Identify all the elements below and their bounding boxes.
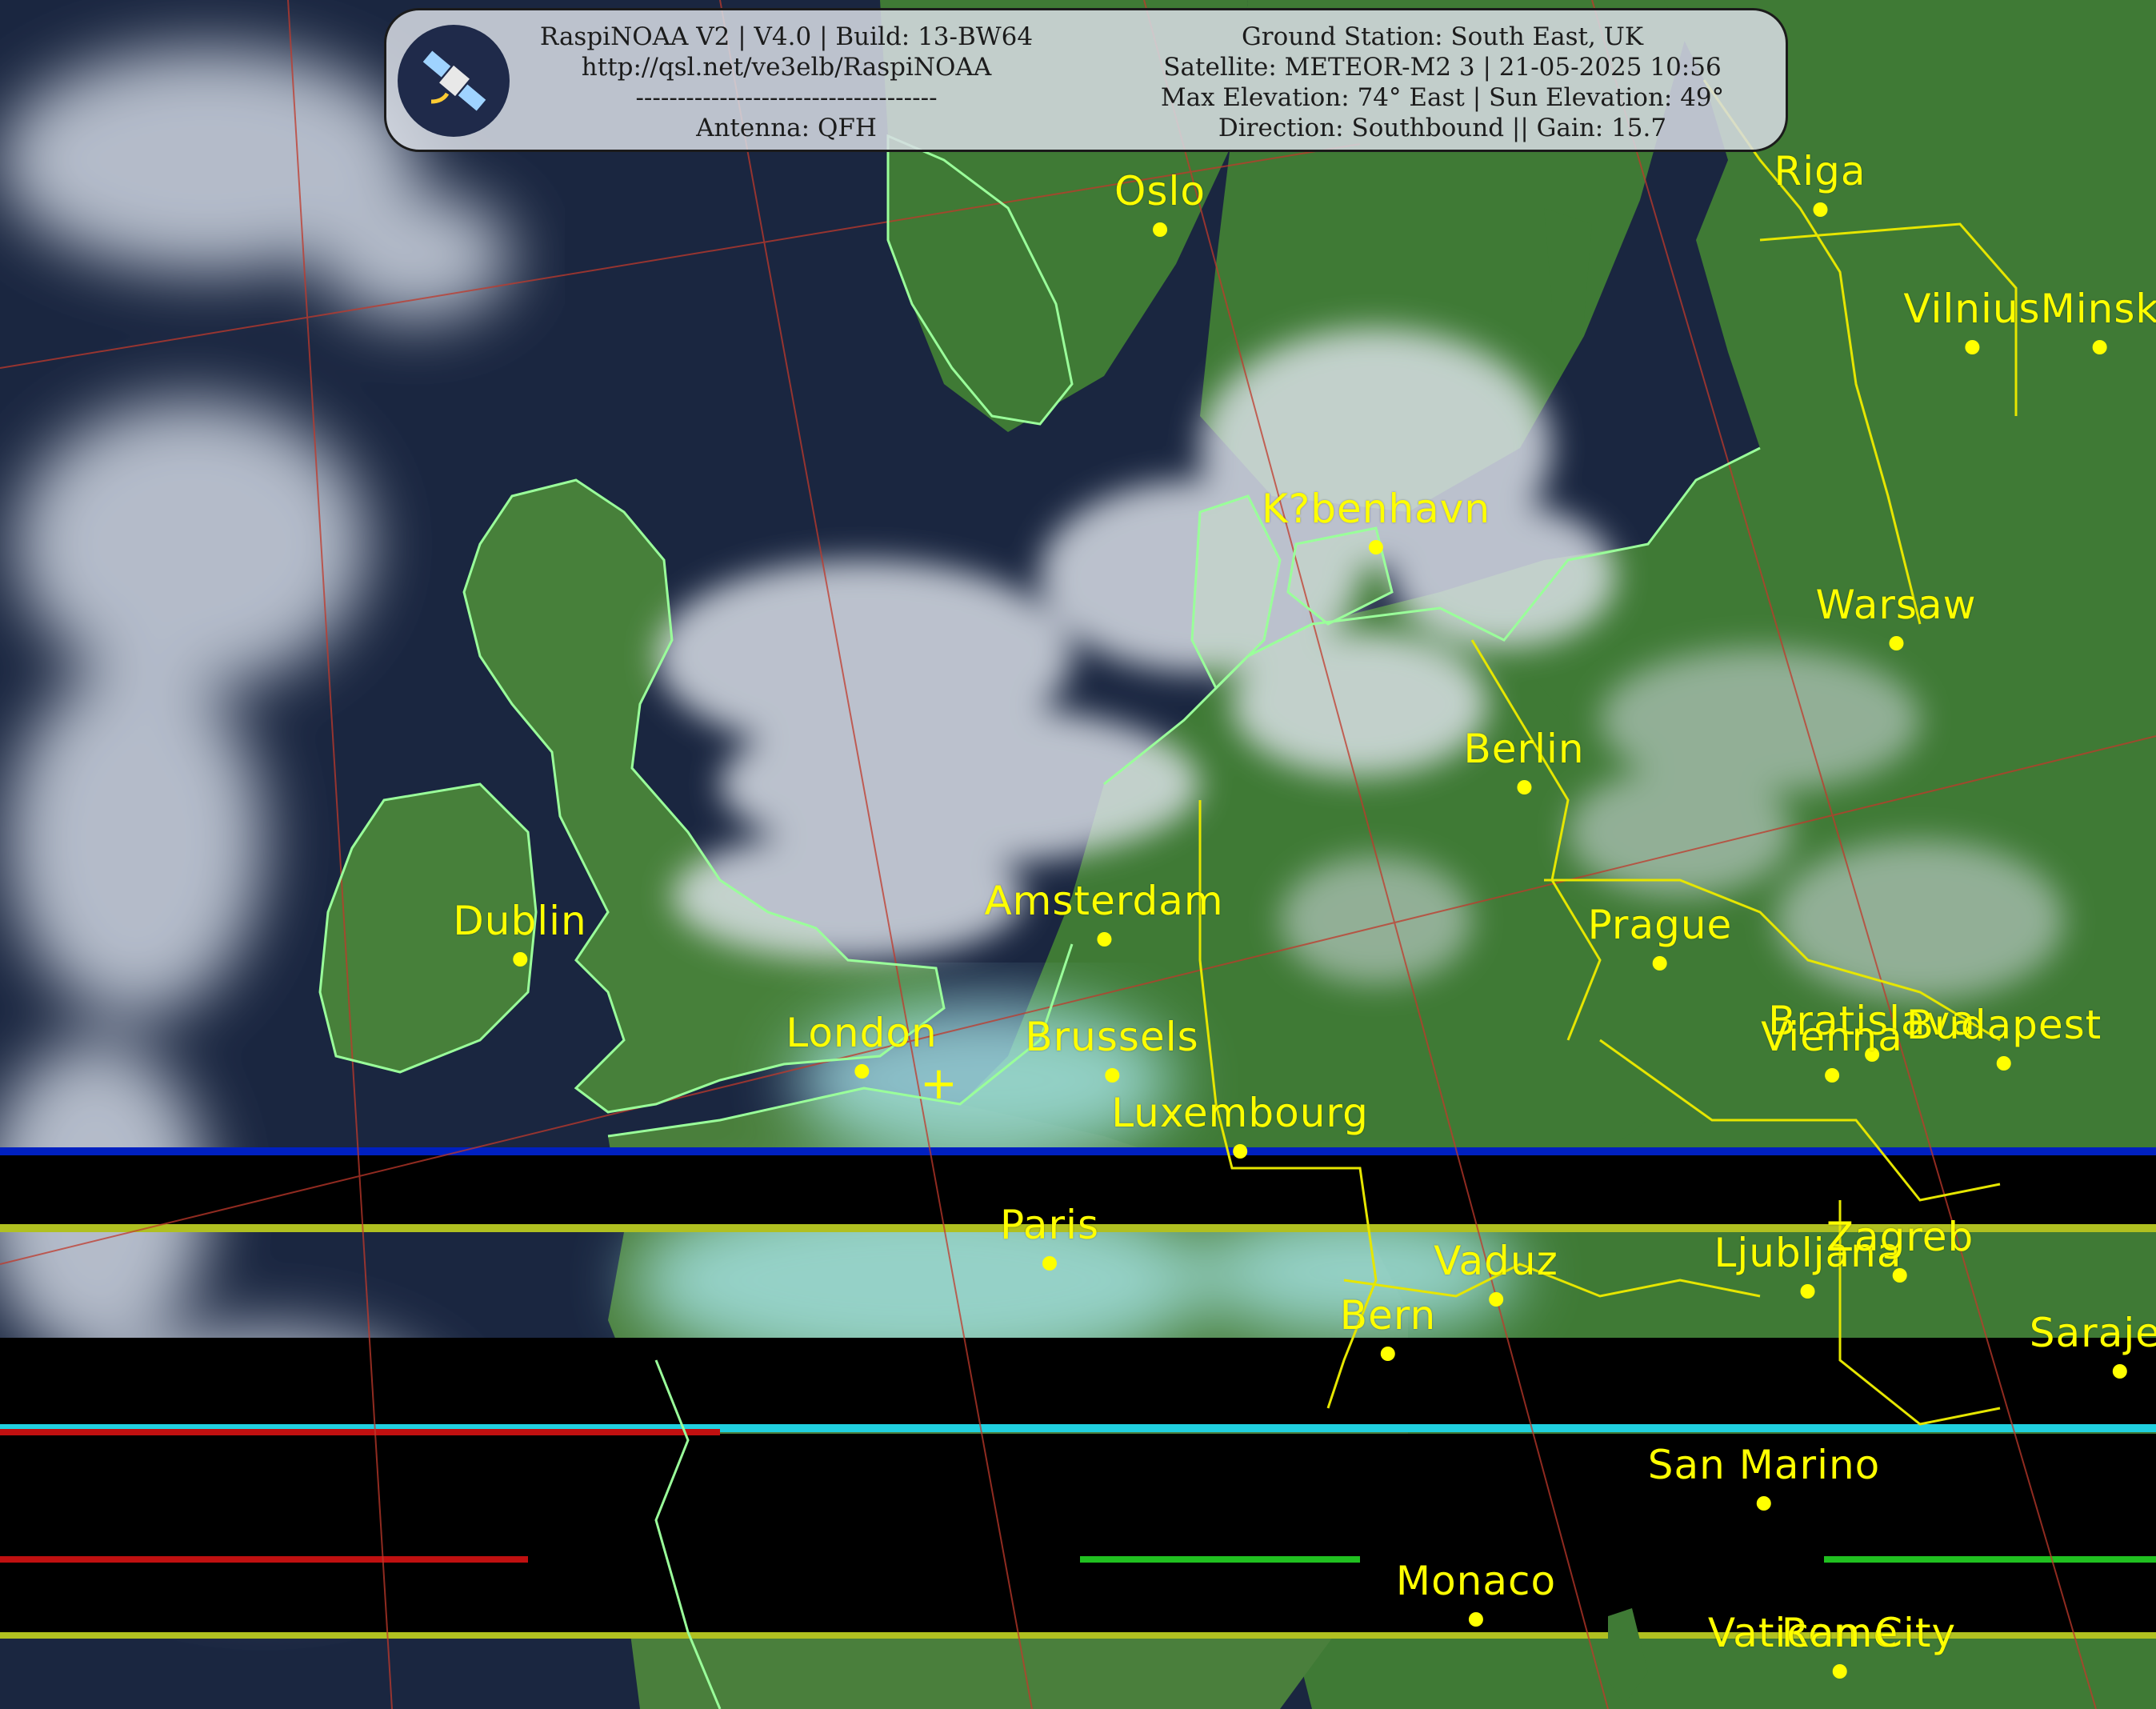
city-label: San Marino [1648, 1442, 1880, 1511]
city-marker [1965, 340, 1979, 354]
city-marker [1517, 780, 1531, 794]
city-label: Brussels [1025, 1014, 1198, 1083]
city-marker [1488, 1292, 1503, 1307]
city-label: Budapest [1906, 1002, 2102, 1071]
city-label: Oslo [1114, 168, 1206, 237]
city-label: Monaco [1396, 1558, 1556, 1627]
city-label: Bern [1340, 1292, 1436, 1361]
city-label: Sarajevo [2030, 1310, 2156, 1379]
city-marker [513, 952, 527, 967]
city-label: Dublin [453, 898, 586, 967]
city-label: Zagreb [1826, 1214, 1974, 1283]
antenna-type: Antenna: QFH [696, 114, 877, 142]
banner-left-column: RaspiNOAA V2 | V4.0 | Build: 13-BW64 htt… [530, 22, 1042, 143]
city-label: Paris [1000, 1202, 1099, 1271]
city-label: Berlin [1463, 726, 1584, 794]
satellite-icon [398, 25, 510, 137]
city-label: Warsaw [1815, 582, 1976, 650]
city-marker [1369, 540, 1383, 554]
project-url[interactable]: http://qsl.net/ve3elb/RaspiNOAA [530, 52, 1042, 82]
city-label: Vaduz [1434, 1238, 1558, 1307]
city-label: Luxembourg [1111, 1090, 1369, 1159]
city-marker [1889, 636, 1903, 650]
city-marker [1233, 1144, 1247, 1159]
city-marker [1468, 1612, 1483, 1627]
city-marker [854, 1064, 869, 1079]
elevation-info: Max Elevation: 74° East | Sun Elevation:… [1160, 83, 1725, 112]
status-banner: RaspiNOAA V2 | V4.0 | Build: 13-BW64 htt… [384, 8, 1788, 152]
city-label: Vatican City [1707, 1610, 1957, 1656]
city-label: Riga [1774, 148, 1866, 217]
city-label: Prague [1588, 902, 1733, 971]
direction-gain: Direction: Southbound || Gain: 15.7 [1218, 114, 1667, 142]
city-marker [1812, 202, 1827, 217]
software-version: RaspiNOAA V2 | V4.0 | Build: 13-BW64 [539, 22, 1034, 51]
ground-station-marker: + [920, 1058, 958, 1110]
city-label: Amsterdam [984, 878, 1223, 947]
city-marker [1042, 1256, 1057, 1271]
satellite-pass: Satellite: METEOR-M2 3 | 21-05-2025 10:5… [1163, 53, 1722, 82]
banner-right-column: Ground Station: South East, UK Satellite… [1114, 22, 1770, 143]
city-marker [1825, 1068, 1839, 1083]
banner-separator: ------------------------------------ [635, 83, 938, 112]
ground-station: Ground Station: South East, UK [1242, 22, 1643, 51]
city-label: London [786, 1010, 937, 1079]
city-label: Minsk [2041, 286, 2156, 354]
city-marker [1104, 1068, 1119, 1083]
city-marker [1097, 932, 1111, 947]
city-marker [1152, 222, 1167, 237]
city-label: Vilnius [1903, 286, 2040, 354]
city-label: K?benhavn [1262, 486, 1490, 554]
city-label: Vienna [1761, 1014, 1903, 1083]
